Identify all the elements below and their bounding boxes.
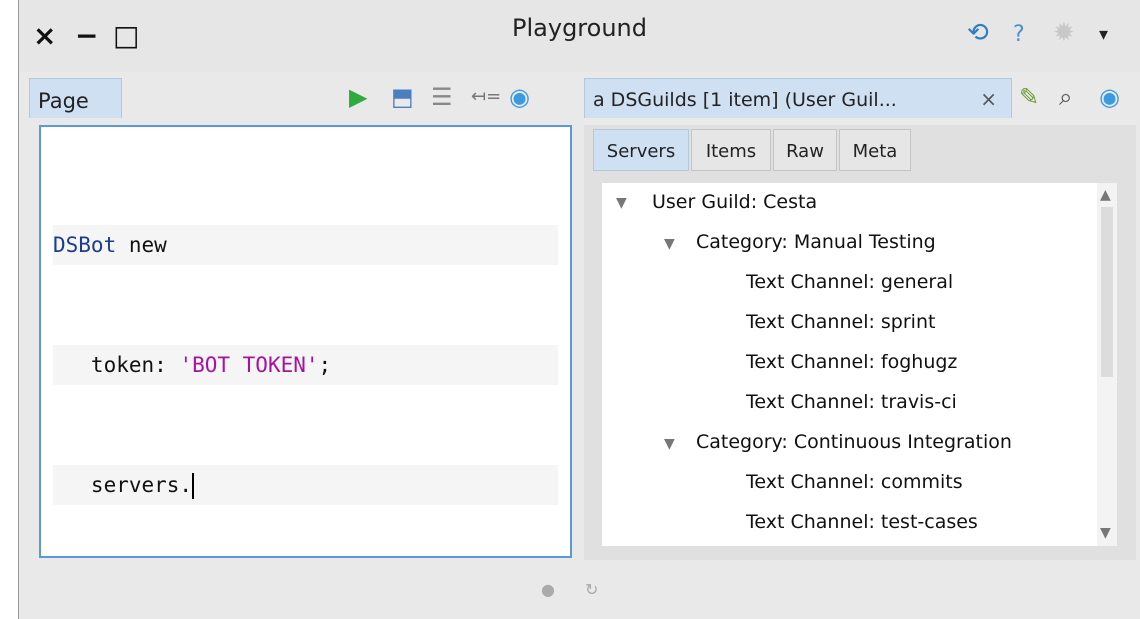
inspector-tab-label: a DSGuilds [1 item] (User Guil... — [593, 89, 897, 111]
inspector-panel: Servers Items Raw Meta ▼ User Guild: Ces… — [584, 125, 1136, 560]
status-bar: ● ↻ — [19, 560, 1140, 619]
code-editor[interactable]: DSBot new token: 'BOT TOKEN'; servers. — [39, 125, 572, 558]
scrollbar-thumb[interactable] — [1101, 207, 1113, 377]
remote-icon[interactable]: ◉ — [1099, 80, 1120, 114]
tree-item-channel[interactable]: Text Channel: travis-ci — [746, 391, 957, 413]
minimize-window-button[interactable]: − — [75, 20, 98, 52]
code-token: ; — [318, 353, 332, 377]
tab-raw[interactable]: Raw — [773, 129, 837, 171]
search-icon[interactable]: ⌕ — [1059, 80, 1072, 114]
play-icon[interactable]: ▶ — [349, 80, 367, 114]
code-line-2: token: 'BOT TOKEN'; — [53, 345, 558, 385]
dot-icon[interactable]: ● — [541, 580, 555, 599]
tree-item-category[interactable]: Category: Continuous Integration — [696, 431, 1012, 453]
maximize-window-button[interactable]: □ — [113, 20, 139, 52]
tree-item-channel[interactable]: Text Channel: test-cases — [746, 511, 978, 533]
tree-item-channel[interactable]: Text Channel: sprint — [746, 311, 935, 333]
expand-triangle-icon[interactable]: ▼ — [664, 236, 675, 252]
inspector-tab[interactable]: a DSGuilds [1 item] (User Guil... × — [584, 78, 1012, 118]
close-tab-button[interactable]: × — [980, 87, 997, 111]
tree-item-guild[interactable]: User Guild: Cesta — [652, 191, 817, 213]
tree-scrollbar[interactable]: ▲ ▼ — [1097, 183, 1117, 546]
class-name-token: DSBot — [53, 233, 117, 257]
scroll-down-icon[interactable]: ▼ — [1100, 525, 1111, 541]
help-icon[interactable]: ? — [1013, 22, 1025, 47]
title-bar[interactable]: × − □ Playground ⟲ ? ✹ ▾ — [19, 0, 1140, 72]
servers-tree[interactable]: ▼ User Guild: Cesta ▼ Category: Manual T… — [602, 183, 1097, 546]
export-icon[interactable]: ⬒ — [391, 80, 414, 114]
code-line-3: servers. — [53, 465, 558, 505]
scroll-up-icon[interactable]: ▲ — [1100, 187, 1111, 203]
tree-item-channel[interactable]: Text Channel: commits — [746, 471, 963, 493]
settings-gear-icon[interactable]: ✹ — [1053, 18, 1075, 48]
tab-items[interactable]: Items — [691, 129, 771, 171]
code-text: DSBot new token: 'BOT TOKEN'; servers. — [53, 145, 558, 585]
code-token: servers. — [53, 473, 193, 497]
bindings-icon[interactable]: ☰ — [431, 80, 453, 114]
assign-icon[interactable]: ↤= — [471, 80, 501, 114]
tab-meta[interactable]: Meta — [839, 129, 911, 171]
tree-item-channel[interactable]: Text Channel: foghugz — [746, 351, 957, 373]
tab-page[interactable]: Page — [29, 78, 122, 118]
close-window-button[interactable]: × — [33, 20, 56, 52]
code-token: new — [116, 233, 167, 257]
refresh-icon[interactable]: ↻ — [585, 580, 598, 599]
expand-triangle-icon[interactable]: ▼ — [664, 436, 675, 452]
edit-icon[interactable]: ✎ — [1019, 80, 1039, 114]
menu-down-icon[interactable]: ▾ — [1099, 24, 1108, 45]
code-line-1: DSBot new — [53, 225, 558, 265]
code-token: token: — [53, 353, 180, 377]
string-token: 'BOT TOKEN' — [179, 353, 319, 377]
tab-servers[interactable]: Servers — [593, 129, 689, 171]
expand-triangle-icon[interactable]: ▼ — [616, 195, 627, 211]
remote-icon[interactable]: ◉ — [509, 80, 530, 114]
sync-icon[interactable]: ⟲ — [967, 18, 989, 48]
playground-window: × − □ Playground ⟲ ? ✹ ▾ Page ▶ ⬒ ☰ ↤= ◉… — [18, 0, 1140, 619]
text-cursor — [192, 473, 195, 499]
tree-item-category[interactable]: Category: Manual Testing — [696, 231, 936, 253]
tree-item-channel[interactable]: Text Channel: general — [746, 271, 953, 293]
